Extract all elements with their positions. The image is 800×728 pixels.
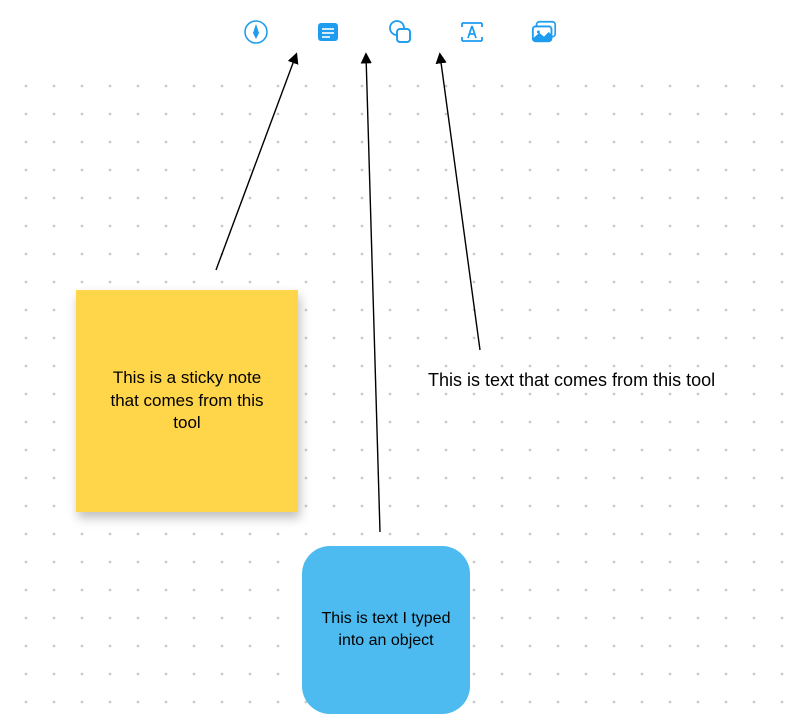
shape-object[interactable]: This is text I typed into an object: [302, 546, 470, 714]
sticky-note-tool-button[interactable]: [314, 18, 342, 46]
shape-object-text: This is text I typed into an object: [320, 608, 452, 651]
text-icon: [458, 20, 486, 44]
shapes-icon: [386, 18, 414, 46]
shape-tool-button[interactable]: [386, 18, 414, 46]
media-icon: [530, 19, 558, 45]
sticky-note-icon: [315, 19, 341, 45]
sticky-note[interactable]: This is a sticky note that comes from th…: [76, 290, 298, 512]
sticky-note-text: This is a sticky note that comes from th…: [100, 367, 274, 436]
text-element-content: This is text that comes from this tool: [428, 370, 715, 390]
toolbar: [242, 18, 558, 46]
text-tool-button[interactable]: [458, 18, 486, 46]
media-tool-button[interactable]: [530, 18, 558, 46]
text-element[interactable]: This is text that comes from this tool: [428, 370, 715, 391]
pen-tool-button[interactable]: [242, 18, 270, 46]
pen-icon: [243, 19, 269, 45]
